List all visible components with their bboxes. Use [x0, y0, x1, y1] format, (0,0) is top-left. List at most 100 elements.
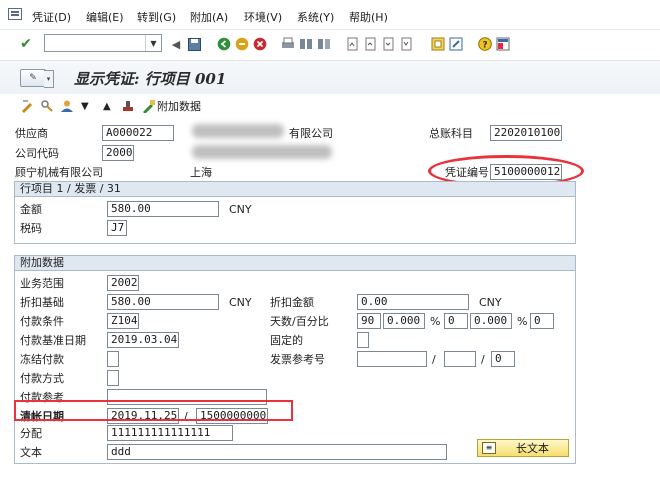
- tax-code-label: 税码: [20, 222, 42, 235]
- enter-icon[interactable]: ✔: [18, 36, 34, 52]
- last-page-icon[interactable]: [398, 36, 414, 52]
- days-3-field[interactable]: 0: [530, 313, 554, 329]
- text-field[interactable]: ddd: [107, 444, 447, 460]
- discount-base-label: 折扣基础: [20, 296, 64, 309]
- help-icon[interactable]: ?: [477, 36, 493, 52]
- payment-terms-label: 付款条件: [20, 315, 64, 328]
- next-page-icon[interactable]: [380, 36, 396, 52]
- title-bar: ✎ ▾ 显示凭证: 行项目 001: [0, 60, 660, 94]
- invoice-reference-label: 发票参考号: [270, 353, 325, 366]
- window-menu-icon[interactable]: [8, 8, 22, 20]
- find-next-icon[interactable]: [316, 36, 332, 52]
- assignment-label: 分配: [20, 427, 42, 440]
- payment-block-field[interactable]: [107, 351, 119, 367]
- vendor-city: 上海: [190, 166, 212, 179]
- invoice-reference-item-field[interactable]: 0: [491, 351, 515, 367]
- menu-document[interactable]: 凭证(D): [32, 9, 71, 25]
- chevron-down-icon[interactable]: ▾: [44, 70, 54, 88]
- stamp-icon[interactable]: [121, 98, 135, 114]
- new-session-icon[interactable]: [430, 36, 446, 52]
- vendor-name-suffix: 有限公司: [289, 127, 333, 140]
- payment-method-label: 付款方式: [20, 372, 64, 385]
- amount-currency: CNY: [229, 203, 252, 216]
- invoice-reference-slash-1: /: [432, 353, 436, 366]
- print-icon[interactable]: [280, 36, 296, 52]
- long-text-button[interactable]: ≡ 长文本: [477, 439, 569, 457]
- invoice-reference-field[interactable]: [357, 351, 427, 367]
- payment-block-label: 冻结付款: [20, 353, 64, 366]
- business-area-label: 业务范围: [20, 277, 64, 290]
- additional-data-icon[interactable]: [142, 98, 156, 114]
- percent-sign-2: %: [517, 315, 528, 328]
- long-text-icon: ≡: [482, 442, 496, 454]
- first-page-icon[interactable]: [344, 36, 360, 52]
- vendor-label: 供应商: [15, 127, 48, 140]
- triangle-down-icon[interactable]: ▼: [81, 98, 89, 114]
- user-icon[interactable]: [60, 98, 74, 114]
- line-item-group-title: 行项目 1 / 发票 / 31: [15, 182, 575, 197]
- redacted-vendor-name: [192, 124, 284, 138]
- vendor-field[interactable]: A000022: [102, 125, 174, 141]
- back-icon[interactable]: [216, 36, 232, 52]
- layout-menu-icon[interactable]: [495, 36, 511, 52]
- discount-amount-currency: CNY: [479, 296, 502, 309]
- cancel-icon[interactable]: [252, 36, 268, 52]
- application-toolbar: ▼ ▲ 附加数据: [0, 94, 660, 118]
- menu-environment[interactable]: 环境(V): [244, 9, 282, 25]
- discount-amount-field[interactable]: 0.00: [357, 294, 469, 310]
- svg-text:?: ?: [482, 41, 487, 51]
- payment-method-field[interactable]: [107, 370, 119, 386]
- days-1-field[interactable]: 90: [357, 313, 381, 329]
- additional-data-button[interactable]: 附加数据: [157, 98, 201, 114]
- tools-icon[interactable]: [40, 98, 54, 114]
- triangle-up-icon[interactable]: ▲: [103, 98, 111, 114]
- redacted-address: [192, 145, 332, 159]
- gl-account-label: 总账科目: [429, 127, 473, 140]
- tax-code-field[interactable]: J7: [107, 220, 127, 236]
- business-area-field[interactable]: 2002: [107, 275, 139, 291]
- display-change-icon[interactable]: [20, 98, 34, 114]
- standard-toolbar: ✔ ▼ ◀ ?: [0, 30, 660, 58]
- line-item-group: 行项目 1 / 发票 / 31: [14, 181, 576, 244]
- percent-1-field[interactable]: 0.000: [383, 313, 425, 329]
- menu-help[interactable]: 帮助(H): [349, 9, 388, 25]
- company-code-label: 公司代码: [15, 147, 59, 160]
- command-field[interactable]: ▼: [44, 34, 162, 52]
- discount-base-currency: CNY: [229, 296, 252, 309]
- page-title: 显示凭证: 行项目 001: [74, 70, 227, 88]
- amount-label: 金额: [20, 203, 42, 216]
- chevron-down-icon[interactable]: ▼: [145, 35, 161, 51]
- amount-field[interactable]: 580.00: [107, 201, 219, 217]
- company-name: 顾宁机械有限公司: [15, 166, 103, 179]
- previous-page-icon[interactable]: [362, 36, 378, 52]
- discount-base-field[interactable]: 580.00: [107, 294, 219, 310]
- menu-extras[interactable]: 附加(A): [190, 9, 228, 25]
- menu-edit[interactable]: 编辑(E): [86, 9, 124, 25]
- discount-amount-label: 折扣金额: [270, 296, 314, 309]
- days-percent-label: 天数/百分比: [270, 315, 329, 328]
- percent-2-field[interactable]: 0.000: [470, 313, 512, 329]
- days-2-field[interactable]: 0: [444, 313, 468, 329]
- invoice-reference-slash-2: /: [481, 353, 485, 366]
- payment-terms-field[interactable]: Z104: [107, 313, 139, 329]
- fixed-checkbox[interactable]: [357, 332, 369, 348]
- baseline-date-field[interactable]: 2019.03.04: [107, 332, 179, 348]
- gl-account-field[interactable]: 2202010100: [490, 125, 562, 141]
- fixed-label: 固定的: [270, 334, 303, 347]
- menu-goto[interactable]: 转到(G): [137, 9, 176, 25]
- find-icon[interactable]: [298, 36, 314, 52]
- menu-bar: 凭证(D) 编辑(E) 转到(G) 附加(A) 环境(V) 系统(Y) 帮助(H…: [0, 0, 660, 30]
- invoice-reference-year-field[interactable]: [444, 351, 476, 367]
- menu-system[interactable]: 系统(Y): [297, 9, 334, 25]
- highlight-rectangle: [14, 400, 293, 421]
- left-arrow-icon[interactable]: ◀: [168, 36, 184, 52]
- shortcut-icon[interactable]: [448, 36, 464, 52]
- sap-menu-icon[interactable]: ✎ ▾: [20, 69, 54, 88]
- save-icon[interactable]: [186, 36, 202, 52]
- text-label: 文本: [20, 446, 42, 459]
- exit-icon[interactable]: [234, 36, 250, 52]
- company-code-field[interactable]: 2000: [102, 145, 134, 161]
- baseline-date-label: 付款基准日期: [20, 334, 86, 347]
- percent-sign-1: %: [430, 315, 441, 328]
- assignment-field[interactable]: 111111111111111: [107, 425, 233, 441]
